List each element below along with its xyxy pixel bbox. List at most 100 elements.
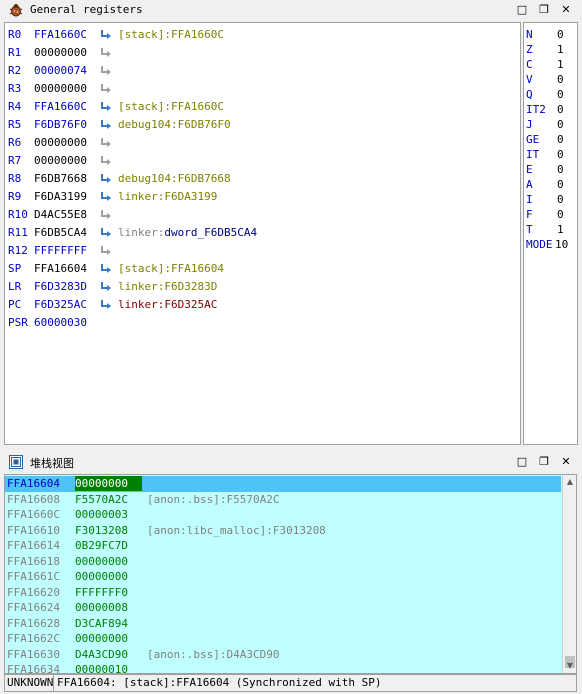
jump-arrow-icon[interactable] — [100, 119, 112, 131]
register-value[interactable]: F6D3283D — [34, 278, 87, 296]
flag-value[interactable]: 1 — [557, 222, 564, 237]
register-reference[interactable]: linker:dword_F6DB5CA4 — [118, 224, 257, 242]
jump-arrow-icon[interactable] — [100, 173, 112, 185]
register-value[interactable]: F6DB5CA4 — [34, 224, 87, 242]
flag-value[interactable]: 0 — [557, 27, 564, 42]
stack-reference[interactable]: [anon:libc_malloc]:F3013208 — [147, 523, 326, 538]
register-value[interactable]: F6DB7668 — [34, 170, 87, 188]
register-value[interactable]: 00000000 — [34, 134, 87, 152]
stack-address[interactable]: FFA16634 — [7, 662, 60, 673]
stack-value[interactable]: F5570A2C — [75, 492, 128, 507]
jump-arrow-icon[interactable] — [100, 245, 112, 257]
flag-value[interactable]: 0 — [557, 207, 564, 222]
flag-value[interactable]: 0 — [557, 87, 564, 102]
flag-row-it[interactable]: IT 0 — [526, 147, 576, 162]
register-reference[interactable]: [stack]:FFA1660C — [118, 26, 224, 44]
stack-view-pane[interactable]: FFA16604 00000000 FFA16608 F5570A2C [anon:.b… — [4, 474, 577, 674]
flag-row-j[interactable]: J0 — [526, 117, 576, 132]
flag-value[interactable]: 0 — [557, 117, 564, 132]
stack-value[interactable]: 00000003 — [75, 507, 128, 522]
stack-address[interactable]: FFA16620 — [7, 585, 60, 600]
jump-arrow-icon[interactable] — [100, 209, 112, 221]
stack-address[interactable]: FFA16610 — [7, 523, 60, 538]
jump-arrow-icon[interactable] — [100, 101, 112, 113]
stack-row[interactable]: FFA1661C 00000000 — [5, 569, 561, 585]
stack-value[interactable]: D4A3CD90 — [75, 647, 128, 662]
minimize-button[interactable]: □ — [514, 2, 530, 18]
register-value[interactable]: 00000074 — [34, 62, 87, 80]
flag-value[interactable]: 0 — [557, 162, 564, 177]
stack-row[interactable]: FFA16628 D3CAF894 — [5, 616, 561, 632]
register-value[interactable]: 00000000 — [34, 80, 87, 98]
stack-value[interactable]: 00000000 — [75, 476, 142, 491]
jump-arrow-icon[interactable] — [100, 155, 112, 167]
stack-value[interactable]: 00000000 — [75, 569, 128, 584]
flag-row-z[interactable]: Z1 — [526, 42, 576, 57]
register-reference[interactable]: [stack]:FFA1660C — [118, 98, 224, 116]
register-reference[interactable]: linker:F6D325AC — [118, 296, 217, 314]
register-reference[interactable]: debug104:F6DB7668 — [118, 170, 231, 188]
jump-arrow-icon[interactable] — [100, 83, 112, 95]
flag-row-t[interactable]: T1 — [526, 222, 576, 237]
register-value[interactable]: FFA16604 — [34, 260, 87, 278]
flag-row-ge[interactable]: GE 0 — [526, 132, 576, 147]
register-value[interactable]: F6D325AC — [34, 296, 87, 314]
flag-row-q[interactable]: Q0 — [526, 87, 576, 102]
flag-row-mode[interactable]: MODE 10 — [526, 237, 576, 252]
close-button[interactable]: ✕ — [558, 2, 574, 18]
stack-address[interactable]: FFA16608 — [7, 492, 60, 507]
register-value[interactable]: D4AC55E8 — [34, 206, 87, 224]
stack-value[interactable]: 00000010 — [75, 662, 128, 673]
stack-value[interactable]: 00000000 — [75, 554, 128, 569]
stack-address[interactable]: FFA1662C — [7, 631, 60, 646]
stack-value[interactable]: 00000000 — [75, 631, 128, 646]
restore-button[interactable]: ❐ — [536, 454, 552, 470]
flag-value[interactable]: 0 — [557, 72, 564, 87]
flag-row-n[interactable]: N0 — [526, 27, 576, 42]
register-reference[interactable]: linker:F6D3283D — [118, 278, 217, 296]
stack-window-titlebar[interactable]: 堆栈视图 □ ❐ ✕ — [0, 452, 582, 472]
stack-address[interactable]: FFA16618 — [7, 554, 60, 569]
flag-row-i[interactable]: I0 — [526, 192, 576, 207]
close-button[interactable]: ✕ — [558, 454, 574, 470]
flag-row-a[interactable]: A0 — [526, 177, 576, 192]
register-reference[interactable]: linker:F6DA3199 — [118, 188, 217, 206]
flag-row-e[interactable]: E0 — [526, 162, 576, 177]
register-value[interactable]: FFA1660C — [34, 98, 87, 116]
stack-row[interactable]: FFA16624 00000008 — [5, 600, 561, 616]
flag-value[interactable]: 10 — [555, 237, 568, 252]
register-reference[interactable]: [stack]:FFA16604 — [118, 260, 224, 278]
registers-window-titlebar[interactable]: General registers □ ❐ ✕ — [0, 0, 582, 20]
flag-value[interactable]: 0 — [557, 177, 564, 192]
register-reference[interactable]: debug104:F6DB76F0 — [118, 116, 231, 134]
stack-value[interactable]: 0B29FC7D — [75, 538, 128, 553]
jump-arrow-icon[interactable] — [100, 47, 112, 59]
flag-row-c[interactable]: C1 — [526, 57, 576, 72]
jump-arrow-icon[interactable] — [100, 65, 112, 77]
jump-arrow-icon[interactable] — [100, 227, 112, 239]
stack-value[interactable]: 00000008 — [75, 600, 128, 615]
jump-arrow-icon[interactable] — [100, 137, 112, 149]
stack-address[interactable]: FFA1660C — [7, 507, 60, 522]
register-value[interactable]: 60000030 — [34, 314, 87, 332]
vertical-scrollbar[interactable]: ▲ ▼ — [562, 475, 576, 673]
flag-value[interactable]: 1 — [557, 57, 564, 72]
stack-row[interactable]: FFA16634 00000010 — [5, 662, 561, 673]
stack-address[interactable]: FFA16624 — [7, 600, 60, 615]
minimize-button[interactable]: □ — [514, 454, 530, 470]
register-value[interactable]: FFA1660C — [34, 26, 87, 44]
flag-value[interactable]: 1 — [557, 42, 564, 57]
register-value[interactable]: FFFFFFFF — [34, 242, 87, 260]
register-value[interactable]: F6DA3199 — [34, 188, 87, 206]
stack-address[interactable]: FFA16628 — [7, 616, 60, 631]
restore-button[interactable]: ❐ — [536, 2, 552, 18]
stack-row[interactable]: FFA16620 FFFFFFF0 — [5, 585, 561, 601]
jump-arrow-icon[interactable] — [100, 281, 112, 293]
stack-reference[interactable]: [anon:.bss]:F5570A2C — [147, 492, 279, 507]
jump-arrow-icon[interactable] — [100, 191, 112, 203]
stack-address[interactable]: FFA1661C — [7, 569, 60, 584]
stack-row[interactable]: FFA16608 F5570A2C [anon:.bss]:F5570A2C — [5, 492, 561, 508]
register-value[interactable]: F6DB76F0 — [34, 116, 87, 134]
stack-value[interactable]: F3013208 — [75, 523, 128, 538]
register-value[interactable]: 00000000 — [34, 152, 87, 170]
